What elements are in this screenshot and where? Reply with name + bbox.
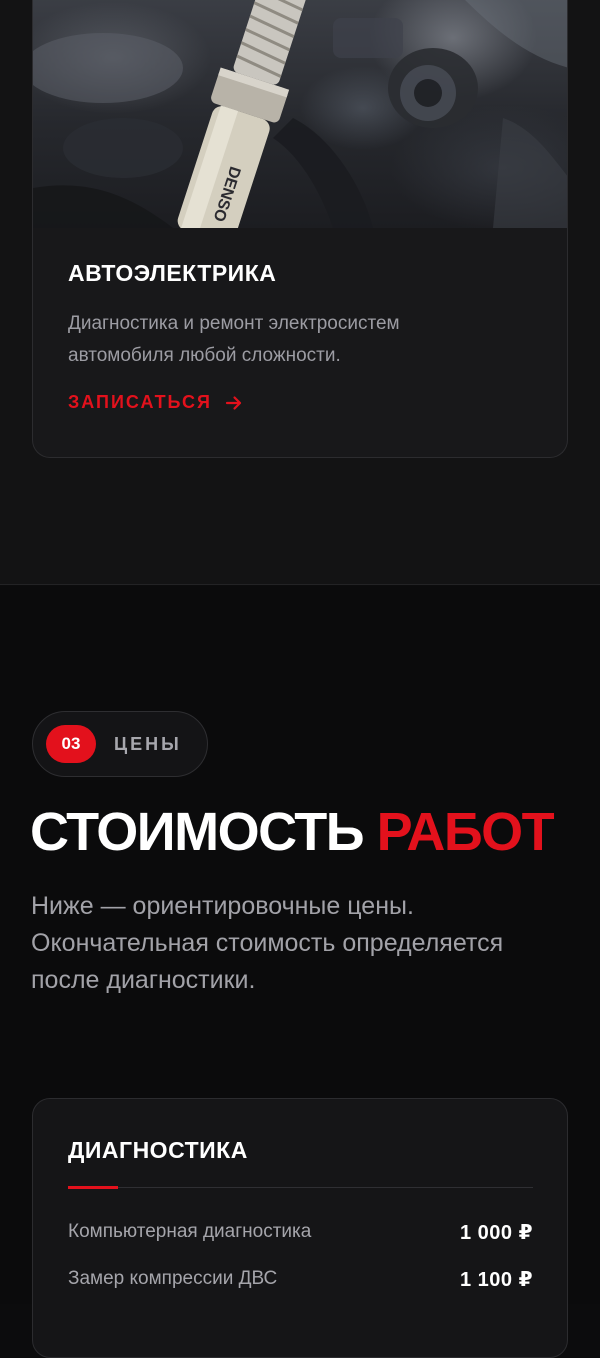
section-title: СТОИМОСТЬ РАБОТ [30, 800, 555, 864]
section-number-badge: 03 [46, 725, 96, 763]
price-row-value: 1 100 ₽ [459, 1268, 533, 1291]
section-title-part1: СТОИМОСТЬ [30, 802, 365, 862]
prices-section: 03 ЦЕНЫ СТОИМОСТЬ РАБОТ Ниже — ориентиро… [0, 586, 600, 1358]
service-card-description: Диагностика и ремонт электросистем автом… [68, 313, 400, 366]
book-service-label: ЗАПИСАТЬСЯ [68, 392, 212, 412]
price-card-divider-accent [68, 1186, 118, 1189]
book-service-link[interactable]: ЗАПИСАТЬСЯ [68, 392, 244, 413]
price-card-title: ДИАГНОСТИКА [68, 1137, 248, 1163]
section-title-accent: РАБОТ [376, 802, 555, 862]
price-row-value: 1 000 ₽ [459, 1221, 533, 1244]
service-card-autoelectrics[interactable]: DENSO АВТОЭЛЕКТРИКА Диагностика и ремонт… [32, 0, 568, 458]
service-card-title: АВТОЭЛЕКТРИКА [68, 260, 277, 286]
price-row-name: Компьютерная диагностика [68, 1221, 312, 1242]
service-photo: DENSO [33, 0, 567, 228]
services-section: DENSO АВТОЭЛЕКТРИКА Диагностика и ремонт… [0, 0, 600, 585]
price-row: Компьютерная диагностика 1 000 ₽ [68, 1217, 533, 1247]
section-badge: 03 ЦЕНЫ [32, 711, 208, 777]
spark-plug-photo-icon: DENSO [33, 0, 567, 228]
section-lead-text: Ниже — ориентировочные цены. Окончательн… [31, 892, 504, 994]
price-card-divider [68, 1187, 533, 1188]
arrow-right-icon [225, 395, 242, 410]
price-row-name: Замер компрессии ДВС [68, 1268, 278, 1289]
price-card-diagnostics: ДИАГНОСТИКА Компьютерная диагностика 1 0… [32, 1098, 568, 1358]
price-row: Замер компрессии ДВС 1 100 ₽ [68, 1264, 533, 1294]
section-badge-label: ЦЕНЫ [114, 733, 182, 754]
